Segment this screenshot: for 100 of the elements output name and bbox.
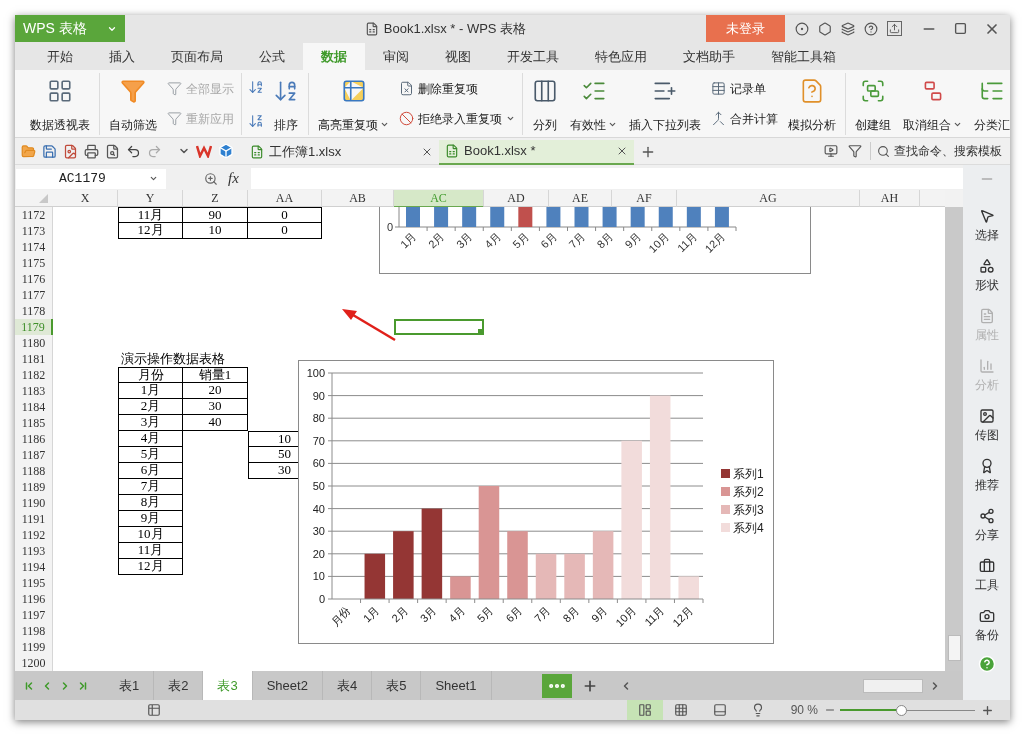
spreadsheet-icon <box>364 21 379 36</box>
record-form-icon <box>711 81 726 96</box>
table-cell: 2月 <box>118 399 183 415</box>
ribbon-button[interactable]: 高亮重复项 <box>313 73 394 134</box>
chart-bar <box>450 576 471 599</box>
ribbon-button[interactable]: 创建组 <box>850 73 896 134</box>
last-sheet-icon[interactable] <box>77 679 89 692</box>
ribbon-button[interactable]: 数据透视表 <box>25 73 95 134</box>
axis-category-label: 3月 <box>417 603 439 625</box>
zoom-icon[interactable] <box>204 171 218 186</box>
axis-tick-label: 0 <box>386 221 393 233</box>
row-header[interactable]: 1200 <box>15 655 53 671</box>
side-panel-button[interactable]: 分享 <box>974 501 999 551</box>
ribbon-button[interactable]: 拒绝录入重复项 <box>396 107 518 130</box>
document-tab[interactable]: Book1.xlsx * <box>439 139 634 165</box>
side-panel-button[interactable]: 选择 <box>974 201 999 251</box>
toolbox-icon <box>978 558 995 574</box>
ribbon-button[interactable]: 合并计算 <box>708 107 781 130</box>
axis-tick-label: 0 <box>318 593 325 605</box>
reject-duplicates-icon <box>399 111 414 126</box>
zoom-slider-thumb[interactable] <box>895 704 907 716</box>
axis-category-label: 12月 <box>670 603 696 629</box>
side-panel-button[interactable]: 工具 <box>974 551 999 601</box>
maximize-icon[interactable] <box>954 22 967 35</box>
ribbon-button[interactable]: 插入下拉列表 <box>624 73 706 134</box>
ribbon-button[interactable]: 取消组合 <box>898 73 967 134</box>
sort-ascending-icon[interactable] <box>248 78 264 95</box>
axis-category-label: 3月 <box>454 229 475 251</box>
table-cell: 1月 <box>118 383 183 399</box>
side-panel-button[interactable]: 形状 <box>974 251 999 301</box>
save-icon[interactable] <box>42 143 57 159</box>
ribbon-button[interactable]: 模拟分析 <box>783 73 841 134</box>
function-button[interactable]: fx <box>228 167 239 190</box>
side-panel-button[interactable]: 推荐 <box>974 451 999 501</box>
ribbon-button[interactable]: 删除重复项 <box>396 77 518 100</box>
axis-category-label: 1月 <box>360 603 382 625</box>
formula-field[interactable] <box>250 168 963 189</box>
selected-cell[interactable] <box>394 319 484 335</box>
logo-icon[interactable] <box>196 144 212 158</box>
close-icon[interactable] <box>616 145 628 157</box>
menu-tab[interactable]: 开发工具 <box>489 43 577 70</box>
axis-category-label: 月份 <box>328 603 353 628</box>
more-sheets-icon[interactable] <box>541 673 572 698</box>
print-preview-icon[interactable] <box>105 143 120 159</box>
layout-icon[interactable] <box>712 703 727 717</box>
menu-tab[interactable]: 视图 <box>427 43 489 70</box>
chart-bar <box>678 576 699 599</box>
caret-icon <box>149 174 158 183</box>
caret-icon <box>506 114 515 123</box>
funnel-icon[interactable] <box>848 144 862 158</box>
menu-tab[interactable]: 文档助手 <box>665 43 753 70</box>
menu-tab[interactable]: 特色应用 <box>577 43 665 70</box>
caret-icon <box>380 120 389 129</box>
upload-icon[interactable] <box>887 21 902 36</box>
side-panel-button[interactable]: 传图 <box>974 401 999 451</box>
table-cell: 10 <box>183 223 248 239</box>
sheet-tab[interactable]: 表3 <box>203 671 253 700</box>
scroll-thumb[interactable] <box>947 635 961 661</box>
horizontal-scroll-thumb[interactable] <box>863 678 923 693</box>
skin-icon[interactable] <box>795 21 809 36</box>
table-cell: 11月 <box>118 543 183 559</box>
side-panel-button[interactable]: 备份 <box>974 601 999 651</box>
ribbon-button[interactable]: 分列 <box>527 73 563 134</box>
ribbon-button[interactable]: 自动筛选 <box>104 73 162 134</box>
image-icon <box>978 408 995 424</box>
vertical-scrollbar[interactable] <box>945 207 963 671</box>
print-icon[interactable] <box>84 143 99 159</box>
ribbon-button[interactable]: 记录单 <box>708 77 781 100</box>
ribbon-button[interactable]: 有效性 <box>565 73 622 134</box>
menu-tab[interactable]: 页面布局 <box>153 43 241 70</box>
view-button[interactable] <box>626 700 663 720</box>
funnel-icon <box>120 77 146 104</box>
axis-tick-label: 20 <box>312 547 325 560</box>
menu-tab[interactable]: 审阅 <box>365 43 427 70</box>
zoom-slider[interactable] <box>840 704 975 716</box>
ribbon-button[interactable]: 分类汇 <box>969 73 1010 134</box>
sort-descending-icon[interactable] <box>248 112 264 129</box>
folder-icon[interactable] <box>21 143 36 159</box>
export-icon[interactable] <box>63 143 78 159</box>
axis-tick-label: 70 <box>312 434 325 447</box>
menu-tab[interactable]: 开始 <box>29 43 91 70</box>
first-sheet-icon[interactable] <box>23 679 35 692</box>
zoom-in-icon[interactable] <box>981 703 994 717</box>
split-columns-icon <box>532 77 558 104</box>
sheet-icon[interactable] <box>147 703 161 717</box>
undo-icon[interactable] <box>126 143 141 159</box>
menu-tab[interactable]: 智能工具箱 <box>753 43 854 70</box>
command-search-field[interactable]: 查找命令、搜索模板 <box>870 142 1010 160</box>
menu-tab[interactable]: 插入 <box>91 43 153 70</box>
presentation-icon[interactable] <box>824 144 838 158</box>
close-icon[interactable] <box>421 146 433 158</box>
hexagon-icon[interactable] <box>818 21 832 36</box>
legend-label: 系列1 <box>733 467 764 481</box>
help-icon[interactable] <box>864 21 878 36</box>
layers-icon[interactable] <box>841 21 855 36</box>
cube-icon[interactable] <box>218 143 234 159</box>
ribbon-button[interactable]: 排序 <box>268 73 304 134</box>
name-box[interactable]: AC1179 <box>16 168 166 189</box>
document-tab[interactable]: 工作簿1.xlsx <box>244 139 439 165</box>
menu-tab[interactable]: 公式 <box>241 43 303 70</box>
